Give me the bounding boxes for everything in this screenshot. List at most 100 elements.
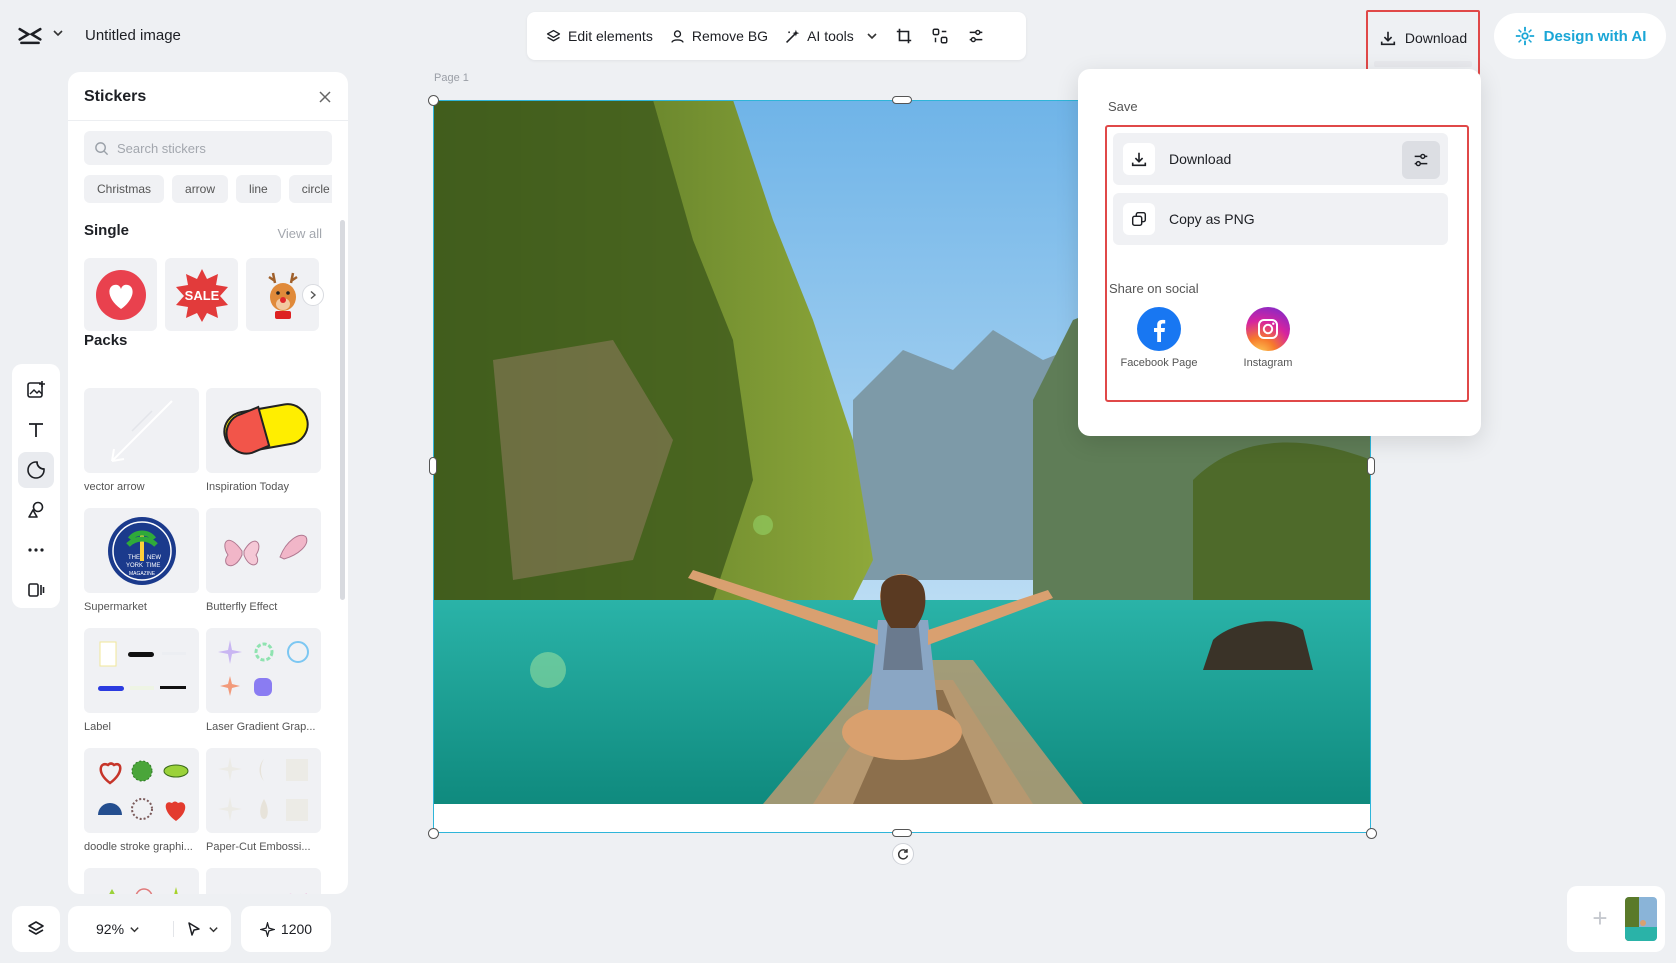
chip-circle[interactable]: circle bbox=[288, 175, 332, 203]
layers-button[interactable] bbox=[12, 906, 60, 952]
resize-handle-bl[interactable] bbox=[428, 828, 439, 839]
next-arrow-button[interactable] bbox=[302, 284, 324, 306]
resize-handle-br[interactable] bbox=[1366, 828, 1377, 839]
edit-elements-button[interactable]: Edit elements bbox=[537, 19, 661, 53]
adjust-button[interactable] bbox=[958, 19, 994, 53]
download-settings-button[interactable] bbox=[1402, 141, 1440, 179]
chip-arrow[interactable]: arrow bbox=[172, 175, 229, 203]
credits-button[interactable]: 1200 bbox=[241, 906, 331, 952]
ai-tools-button[interactable]: AI tools bbox=[776, 19, 886, 53]
heart-sticker-icon bbox=[95, 269, 146, 320]
design-with-ai-button[interactable]: Design with AI bbox=[1494, 13, 1666, 59]
chip-line[interactable]: line bbox=[236, 175, 281, 203]
stickers-panel: Stickers Christmas arrow line circle Sin… bbox=[68, 72, 348, 894]
chip-christmas[interactable]: Christmas bbox=[84, 175, 165, 203]
pack-thumb bbox=[84, 868, 199, 894]
resize-handle-tl[interactable] bbox=[428, 95, 439, 106]
pack-item[interactable] bbox=[84, 868, 199, 894]
resize-handle-left[interactable] bbox=[429, 457, 437, 475]
zoom-controls: 92% bbox=[68, 906, 231, 952]
chevron-down-icon bbox=[867, 33, 877, 40]
sticker-sale[interactable]: SALE bbox=[165, 258, 238, 331]
pack-item[interactable]: vector arrow bbox=[84, 388, 199, 508]
pack-item[interactable]: Label bbox=[84, 628, 199, 748]
single-section-title: Single bbox=[84, 222, 130, 239]
download-underline bbox=[1374, 61, 1472, 67]
rail-more[interactable] bbox=[18, 532, 54, 568]
document-title[interactable]: Untitled image bbox=[85, 27, 181, 44]
gradient-shapes-icon bbox=[217, 639, 309, 696]
flip-button[interactable] bbox=[922, 19, 958, 53]
edit-elements-label: Edit elements bbox=[568, 28, 653, 44]
rail-shapes[interactable] bbox=[18, 492, 54, 528]
rail-text[interactable] bbox=[18, 412, 54, 448]
add-page-button[interactable]: + bbox=[1589, 905, 1611, 931]
page-thumbnail[interactable] bbox=[1625, 897, 1657, 941]
sticker-heart[interactable] bbox=[84, 258, 157, 331]
download-icon bbox=[1380, 31, 1395, 46]
download-button[interactable]: Download bbox=[1374, 18, 1472, 58]
papercut-shapes-icon bbox=[217, 756, 308, 821]
pack-thumb bbox=[206, 868, 321, 894]
rail-upload-image[interactable] bbox=[18, 372, 54, 408]
arrow-icon bbox=[110, 399, 173, 462]
sticker-search[interactable] bbox=[84, 131, 332, 165]
download-option[interactable]: Download bbox=[1113, 133, 1448, 185]
download-option-label: Download bbox=[1169, 151, 1232, 167]
copy-png-label: Copy as PNG bbox=[1169, 211, 1255, 227]
pack-item[interactable]: Paper-Cut Embossi... bbox=[206, 748, 321, 868]
pack-item[interactable] bbox=[206, 868, 321, 894]
page-thumbnails: + bbox=[1567, 886, 1665, 952]
pack-label: Laser Gradient Grap... bbox=[206, 721, 316, 733]
label-shapes-icon bbox=[97, 641, 186, 691]
zoom-value: 92% bbox=[96, 921, 125, 937]
divider bbox=[68, 120, 348, 121]
pack-thumb: THE NEW YORK TIME MAGAZINE bbox=[84, 508, 199, 593]
app-logo-icon[interactable] bbox=[16, 22, 48, 50]
rotate-handle[interactable] bbox=[892, 843, 914, 865]
badge-text-magazine: MAGAZINE bbox=[128, 571, 155, 577]
facebook-label: Facebook Page bbox=[1120, 357, 1198, 369]
pack-thumb bbox=[206, 508, 321, 593]
single-sticker-row: SALE bbox=[84, 258, 319, 331]
pack-thumb bbox=[84, 748, 199, 833]
resize-handle-right[interactable] bbox=[1367, 457, 1375, 475]
pack-thumb bbox=[206, 388, 321, 473]
pack-thumb bbox=[206, 748, 321, 833]
remove-bg-button[interactable]: Remove BG bbox=[661, 19, 776, 53]
search-input[interactable] bbox=[117, 140, 327, 156]
rail-stickers[interactable] bbox=[18, 452, 54, 488]
panel-scrollbar[interactable] bbox=[340, 220, 345, 600]
chevron-down-icon bbox=[209, 926, 218, 932]
close-icon[interactable] bbox=[316, 88, 334, 106]
share-instagram[interactable]: Instagram bbox=[1228, 307, 1308, 369]
rail-video[interactable] bbox=[18, 572, 54, 608]
pack-item[interactable]: Laser Gradient Grap... bbox=[206, 628, 321, 748]
pack-item[interactable]: THE NEW YORK TIME MAGAZINE Supermarket bbox=[84, 508, 199, 628]
zoom-dropdown[interactable]: 92% bbox=[96, 921, 140, 937]
view-all-link[interactable]: View all bbox=[277, 226, 322, 241]
chevron-down-icon[interactable] bbox=[52, 27, 64, 42]
badge-text-the: THE bbox=[128, 555, 140, 561]
badge-text-time: TIME bbox=[146, 563, 160, 569]
pack-item[interactable]: Butterfly Effect bbox=[206, 508, 321, 628]
panel-title: Stickers bbox=[84, 88, 147, 105]
remove-bg-label: Remove BG bbox=[691, 28, 769, 44]
transform-icon bbox=[932, 28, 948, 44]
pack-thumb bbox=[84, 388, 199, 473]
resize-handle-bottom[interactable] bbox=[892, 829, 912, 837]
resize-handle-top[interactable] bbox=[892, 96, 912, 104]
facebook-icon bbox=[1137, 307, 1181, 351]
chip-row: Christmas arrow line circle bbox=[84, 175, 332, 203]
copy-png-option[interactable]: Copy as PNG bbox=[1113, 193, 1448, 245]
crop-button[interactable] bbox=[886, 19, 922, 53]
pointer-mode-dropdown[interactable] bbox=[173, 921, 219, 937]
pack-item[interactable]: doodle stroke graphi... bbox=[84, 748, 199, 868]
share-facebook[interactable]: Facebook Page bbox=[1119, 307, 1199, 369]
pack-thumb bbox=[84, 628, 199, 713]
badge-text-new: NEW bbox=[147, 555, 161, 561]
left-tool-rail bbox=[12, 364, 60, 608]
pack-item[interactable]: Inspiration Today bbox=[206, 388, 321, 508]
pack-thumb bbox=[206, 628, 321, 713]
sliders-icon bbox=[969, 29, 983, 43]
